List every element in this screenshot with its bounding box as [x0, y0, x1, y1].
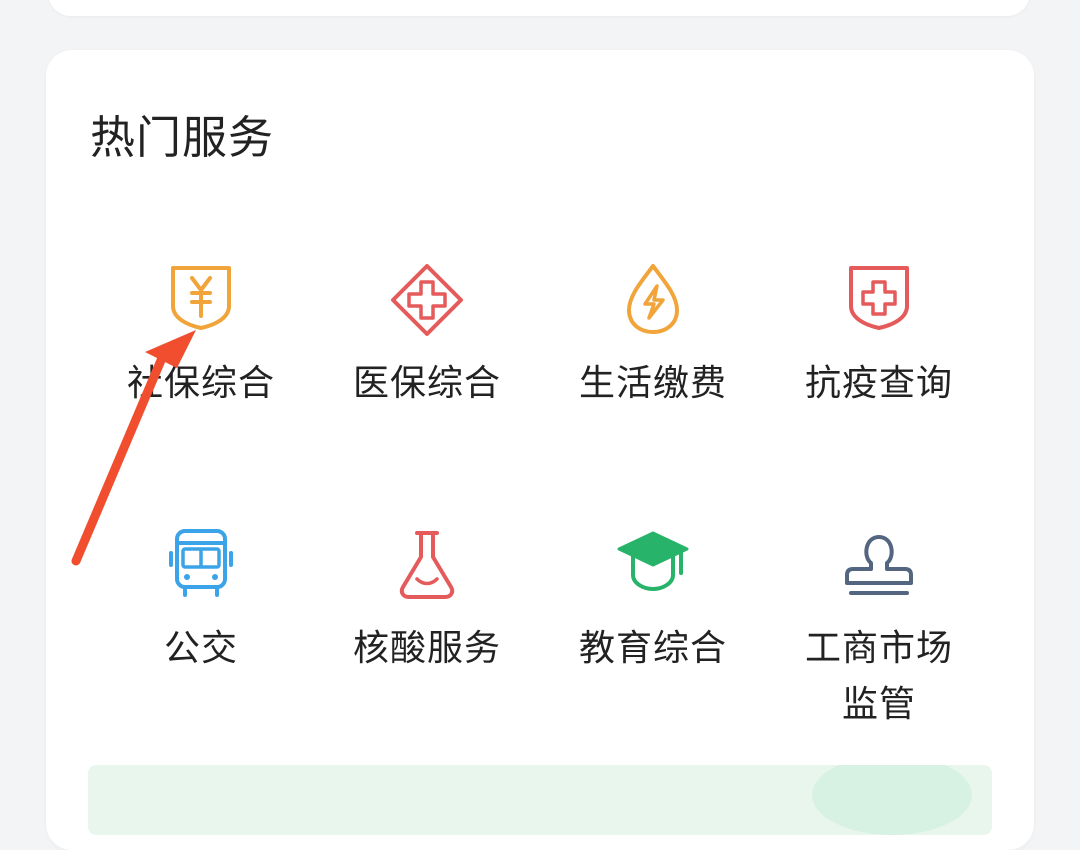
service-label: 社保综合 — [126, 363, 275, 404]
previous-card — [48, 0, 1030, 16]
service-label: 工商市场监管 — [804, 628, 953, 725]
service-epidemic-query[interactable]: 抗疫查询 — [766, 260, 992, 420]
service-nucleic-acid[interactable]: 核酸服务 — [314, 525, 540, 685]
service-label: 抗疫查询 — [804, 363, 953, 404]
medical-shield-icon — [839, 260, 919, 340]
stamp-icon — [839, 525, 919, 605]
service-label: 核酸服务 — [352, 628, 501, 669]
medical-diamond-icon — [387, 260, 467, 340]
section-title: 热门服务 — [90, 111, 275, 164]
flask-icon — [387, 525, 467, 605]
service-label: 教育综合 — [578, 628, 727, 669]
service-label: 生活缴费 — [578, 363, 727, 404]
banner-decoration — [812, 765, 972, 835]
service-education[interactable]: 教育综合 — [540, 525, 766, 685]
service-medical-insurance[interactable]: 医保综合 — [314, 260, 540, 420]
service-bus[interactable]: 公交 — [88, 525, 314, 685]
graduation-cap-icon — [613, 525, 693, 605]
lightning-drop-icon — [613, 260, 693, 340]
service-label: 公交 — [163, 628, 238, 669]
shield-yuan-icon — [161, 260, 241, 340]
service-label: 医保综合 — [352, 363, 501, 404]
service-social-security[interactable]: 社保综合 — [88, 260, 314, 420]
service-market-supervision[interactable]: 工商市场监管 — [766, 525, 992, 745]
promo-banner[interactable] — [88, 765, 992, 835]
bus-icon — [161, 525, 241, 605]
service-living-payment[interactable]: 生活缴费 — [540, 260, 766, 420]
